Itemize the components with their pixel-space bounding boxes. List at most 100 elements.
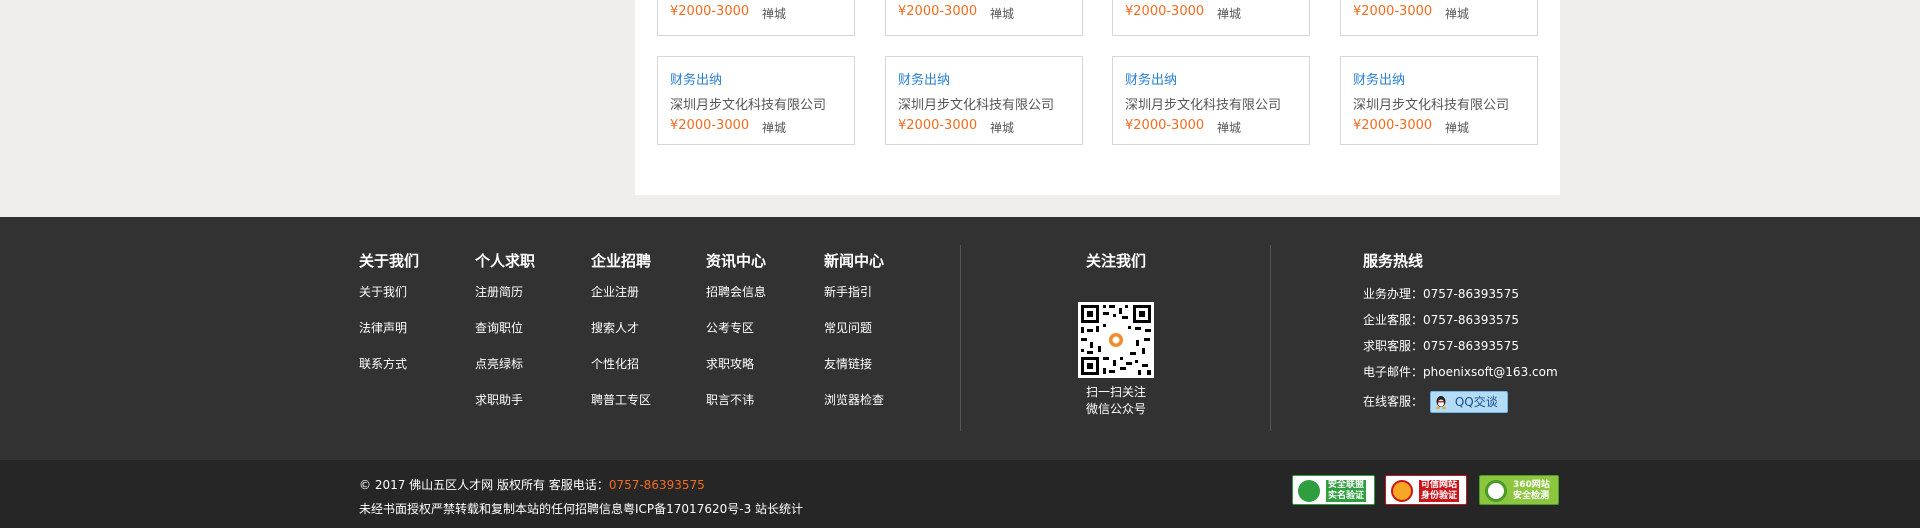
- footer-column-news: 新闻中心 新手指引 常见问题 友情链接 浏览器检查: [824, 250, 884, 429]
- trusted-site-badge[interactable]: 可信网站 身份验证: [1385, 475, 1467, 505]
- footer-link[interactable]: 求职助手: [475, 393, 535, 429]
- job-listing-panel: ¥2000-3000 禅城 ¥2000-3000 禅城 ¥2000-3000 禅…: [635, 0, 1560, 195]
- job-salary: ¥2000-3000: [1353, 4, 1433, 19]
- badge-line2: 实名验证: [1328, 491, 1365, 501]
- badge-text: 可信网站 身份验证: [1419, 480, 1460, 502]
- footer-link[interactable]: 招聘会信息: [706, 285, 766, 321]
- job-salary: ¥2000-3000: [898, 118, 978, 133]
- job-card[interactable]: 财务出纳 深圳月步文化科技有限公司 ¥2000-3000 禅城: [1112, 56, 1310, 145]
- job-location: 禅城: [1445, 121, 1470, 135]
- footer-column-about: 关于我们 关于我们 法律声明 联系方式: [359, 250, 419, 393]
- footer-link[interactable]: 点亮绿标: [475, 357, 535, 393]
- footer-column-title: 新闻中心: [824, 252, 885, 270]
- trusted-seal-icon: [1391, 480, 1413, 502]
- footer-link[interactable]: 职言不讳: [706, 393, 766, 429]
- site-safety-check-badge[interactable]: 360网站 安全检测: [1479, 475, 1559, 505]
- online-service-label: 在线客服：: [1363, 394, 1424, 409]
- badge-line1: 可信网站: [1421, 480, 1458, 490]
- hotline-title: 服务热线: [1363, 252, 1424, 270]
- footer-link[interactable]: 聘普工专区: [591, 393, 651, 429]
- qr-caption: 扫一扫关注 微信公众号: [1070, 384, 1162, 418]
- company-name[interactable]: 深圳月步文化科技有限公司: [1125, 94, 1281, 113]
- job-card[interactable]: ¥2000-3000 禅城: [657, 0, 855, 36]
- footer-link[interactable]: 法律声明: [359, 321, 419, 357]
- job-salary: ¥2000-3000: [1353, 118, 1433, 133]
- badge-line2: 身份验证: [1421, 491, 1458, 501]
- footer-link[interactable]: 搜索人才: [591, 321, 651, 357]
- site-footer: 关于我们 关于我们 法律声明 联系方式 个人求职 注册简历 查询职位 点亮绿标 …: [0, 217, 1920, 460]
- hotline-employer: 企业客服：0757-86393575: [1363, 313, 1519, 327]
- follow-us-title: 关注我们: [1085, 252, 1146, 270]
- badge-line1: 安全联盟: [1328, 480, 1365, 490]
- badge-text: 360网站 安全检测: [1513, 480, 1550, 502]
- footer-link[interactable]: 友情链接: [824, 357, 884, 393]
- footer-link[interactable]: 求职攻略: [706, 357, 766, 393]
- footer-link[interactable]: 公考专区: [706, 321, 766, 357]
- job-card[interactable]: 财务出纳 深圳月步文化科技有限公司 ¥2000-3000 禅城: [1340, 56, 1538, 145]
- footer-link[interactable]: 注册简历: [475, 285, 535, 321]
- company-name[interactable]: 深圳月步文化科技有限公司: [898, 94, 1054, 113]
- qq-penguin-icon: [1435, 396, 1447, 409]
- wechat-qr-code: [1078, 302, 1154, 378]
- footer-link[interactable]: 查询职位: [475, 321, 535, 357]
- job-title-link[interactable]: 财务出纳: [1125, 69, 1177, 88]
- qr-code-icon: [1078, 302, 1154, 378]
- security-alliance-badge[interactable]: 安全联盟 实名验证: [1292, 475, 1375, 505]
- copyright-line: © 2017 佛山五区人才网 版权所有 客服电话：0757-86393575: [359, 476, 705, 493]
- legal-notice: 未经书面授权严禁转载和复制本站的任何招聘信息粤ICP备17017620号-3 站…: [359, 502, 804, 516]
- copyright-text: © 2017 佛山五区人才网 版权所有 客服电话：: [359, 478, 609, 492]
- job-title-link[interactable]: 财务出纳: [1353, 69, 1405, 88]
- badge-line2: 安全检测: [1513, 491, 1550, 501]
- job-salary: ¥2000-3000: [1125, 118, 1205, 133]
- job-card[interactable]: 财务出纳 深圳月步文化科技有限公司 ¥2000-3000 禅城: [885, 56, 1083, 145]
- job-location: 禅城: [1217, 7, 1242, 21]
- job-location: 禅城: [1445, 7, 1470, 21]
- badge-line1: 360网站: [1513, 480, 1550, 490]
- job-location: 禅城: [762, 121, 787, 135]
- footer-link[interactable]: 关于我们: [359, 285, 419, 321]
- job-location: 禅城: [762, 7, 787, 21]
- qq-chat-button[interactable]: QQ交谈: [1429, 391, 1508, 413]
- footer-column-info: 资讯中心 招聘会信息 公考专区 求职攻略 职言不讳: [706, 250, 766, 429]
- copyright-bar: © 2017 佛山五区人才网 版权所有 客服电话：0757-86393575 未…: [0, 460, 1920, 528]
- footer-column-title: 关于我们: [359, 252, 420, 270]
- job-card[interactable]: ¥2000-3000 禅城: [885, 0, 1083, 36]
- qr-caption-line1: 扫一扫关注: [1085, 385, 1146, 399]
- job-title-link[interactable]: 财务出纳: [670, 69, 722, 88]
- footer-link[interactable]: 浏览器检查: [824, 393, 884, 429]
- job-location: 禅城: [990, 7, 1015, 21]
- job-card[interactable]: ¥2000-3000 禅城: [1340, 0, 1538, 36]
- content-area: ¥2000-3000 禅城 ¥2000-3000 禅城 ¥2000-3000 禅…: [0, 0, 1920, 217]
- company-name[interactable]: 深圳月步文化科技有限公司: [670, 94, 826, 113]
- footer-column-employer: 企业招聘 企业注册 搜索人才 个性化招 聘普工专区: [591, 250, 651, 429]
- hotline-jobseeker: 求职客服：0757-86393575: [1363, 339, 1519, 353]
- job-salary: ¥2000-3000: [1125, 4, 1205, 19]
- service-hotline: 服务热线 业务办理：0757-86393575 企业客服：0757-863935…: [1363, 250, 1558, 417]
- badge-text: 安全联盟 实名验证: [1326, 480, 1367, 502]
- footer-column-title: 企业招聘: [591, 252, 652, 270]
- job-location: 禅城: [1217, 121, 1242, 135]
- job-salary: ¥2000-3000: [670, 118, 750, 133]
- footer-link[interactable]: 企业注册: [591, 285, 651, 321]
- job-card[interactable]: ¥2000-3000 禅城: [1112, 0, 1310, 36]
- footer-link[interactable]: 个性化招: [591, 357, 651, 393]
- footer-link[interactable]: 联系方式: [359, 357, 419, 393]
- footer-link[interactable]: 常见问题: [824, 321, 884, 357]
- footer-column-title: 资讯中心: [706, 252, 767, 270]
- footer-link[interactable]: 新手指引: [824, 285, 884, 321]
- footer-column-jobseeker: 个人求职 注册简历 查询职位 点亮绿标 求职助手: [475, 250, 535, 429]
- job-title-link[interactable]: 财务出纳: [898, 69, 950, 88]
- footer-column-title: 个人求职: [475, 252, 536, 270]
- verified-shield-icon: [1298, 480, 1320, 502]
- magnifier-icon: [1485, 480, 1507, 502]
- job-card[interactable]: 财务出纳 深圳月步文化科技有限公司 ¥2000-3000 禅城: [657, 56, 855, 145]
- qr-caption-line2: 微信公众号: [1085, 402, 1146, 416]
- job-salary: ¥2000-3000: [898, 4, 978, 19]
- job-location: 禅城: [990, 121, 1015, 135]
- hotline-business: 业务办理：0757-86393575: [1363, 287, 1519, 301]
- hotline-email[interactable]: 电子邮件：phoenixsoft@163.com: [1363, 365, 1558, 391]
- company-name[interactable]: 深圳月步文化科技有限公司: [1353, 94, 1509, 113]
- online-service-row: 在线客服： QQ交谈: [1363, 391, 1558, 417]
- footer-divider: [960, 245, 961, 431]
- job-salary: ¥2000-3000: [670, 4, 750, 19]
